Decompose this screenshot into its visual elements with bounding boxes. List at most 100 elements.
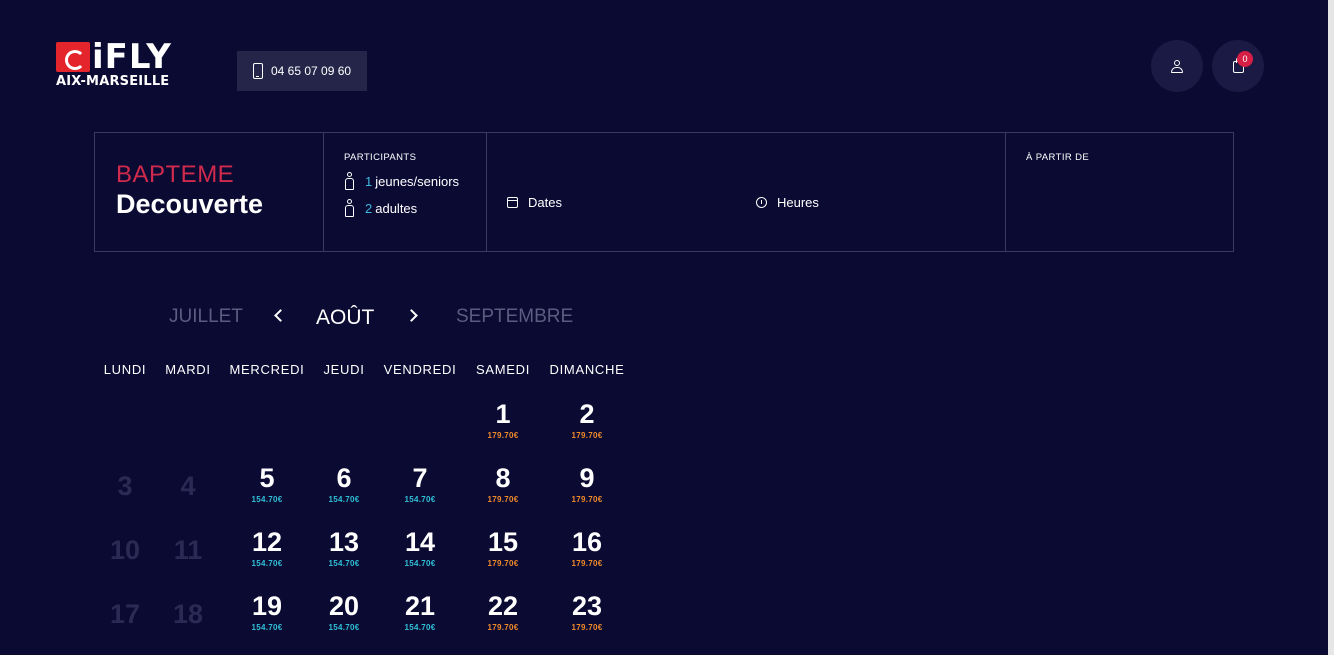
day-number: 6 xyxy=(336,463,352,493)
day-price: 154.70€ xyxy=(328,623,360,632)
next-month-label[interactable]: SEPTEMBRE xyxy=(456,306,573,328)
day-price: 179.70€ xyxy=(487,559,519,568)
phone-button[interactable]: 04 65 07 09 60 xyxy=(237,51,367,91)
user-icon xyxy=(1171,59,1183,73)
participants-cell[interactable]: PARTICIPANTS 1 jeunes/seniors 2 adultes xyxy=(324,133,487,251)
hours-label: Heures xyxy=(777,195,819,210)
calendar-day-unavailable: 4 xyxy=(153,464,223,501)
product-cell: BAPTEME Decouverte xyxy=(95,133,324,251)
weekday-header: JEUDI xyxy=(323,362,365,377)
participants-label: PARTICIPANTS xyxy=(344,152,417,163)
date-time-cell: Dates Heures xyxy=(487,133,1006,251)
calendar-day[interactable]: 8 179.70€ xyxy=(468,463,538,504)
chevron-left-icon[interactable] xyxy=(274,309,287,322)
day-number: 17 xyxy=(109,599,141,629)
calendar-day[interactable]: 21 154.70€ xyxy=(385,591,455,632)
month-navigation: JUILLET AOÛT SEPTEMBRE xyxy=(0,303,700,333)
logo-location: AIX-MARSEILLE xyxy=(56,74,170,89)
day-price: 179.70€ xyxy=(571,623,603,632)
day-price: 179.70€ xyxy=(487,495,519,504)
calendar-day-unavailable: 10 xyxy=(90,528,160,565)
weekday-header: MARDI xyxy=(165,362,211,377)
day-price: 154.70€ xyxy=(328,495,360,504)
day-price: 154.70€ xyxy=(251,559,283,568)
day-number: 22 xyxy=(487,591,519,621)
weekday-header: VENDREDI xyxy=(383,362,457,377)
calendar-day[interactable]: 23 179.70€ xyxy=(552,591,622,632)
day-number: 9 xyxy=(579,463,595,493)
calendar-day-unavailable: 3 xyxy=(90,464,160,501)
calendar-icon xyxy=(507,197,518,208)
day-number: 5 xyxy=(259,463,275,493)
calendar-day[interactable]: 16 179.70€ xyxy=(552,527,622,568)
day-number: 7 xyxy=(412,463,428,493)
day-number: 11 xyxy=(173,535,203,565)
ifly-flyer-icon xyxy=(56,42,90,72)
price-from-cell: À PARTIR DE xyxy=(1006,133,1233,251)
calendar-day[interactable]: 12 154.70€ xyxy=(232,527,302,568)
product-category: BAPTEME xyxy=(116,161,235,188)
ifly-logo[interactable]: iFLY AIX-MARSEILLE xyxy=(56,37,198,90)
day-number: 10 xyxy=(109,535,141,565)
cart-button[interactable]: 0 xyxy=(1212,40,1264,92)
day-number: 18 xyxy=(172,599,204,629)
calendar-day-unavailable: 18 xyxy=(153,592,223,629)
dates-label: Dates xyxy=(528,195,562,210)
logo-top: iFLY xyxy=(56,37,198,77)
calendar-day[interactable]: 22 179.70€ xyxy=(468,591,538,632)
calendar-day[interactable]: 6 154.70€ xyxy=(309,463,379,504)
participant-count: 2 xyxy=(365,200,373,216)
day-number: 13 xyxy=(328,527,360,557)
day-number: 8 xyxy=(495,463,511,493)
page-scrollbar[interactable] xyxy=(1328,0,1334,655)
account-button[interactable] xyxy=(1151,40,1203,92)
mobile-phone-icon xyxy=(253,63,263,79)
cart-count-badge: 0 xyxy=(1237,51,1253,67)
chevron-right-icon[interactable] xyxy=(405,309,418,322)
calendar-day[interactable]: 14 154.70€ xyxy=(385,527,455,568)
calendar-day[interactable]: 13 154.70€ xyxy=(309,527,379,568)
weekday-header: SAMEDI xyxy=(475,362,531,377)
day-price: 179.70€ xyxy=(487,431,519,440)
previous-month-label[interactable]: JUILLET xyxy=(169,306,243,328)
person-icon xyxy=(344,199,355,217)
logo-word: iFLY xyxy=(92,37,172,77)
calendar-day[interactable]: 19 154.70€ xyxy=(232,591,302,632)
calendar-day[interactable]: 20 154.70€ xyxy=(309,591,379,632)
day-price: 154.70€ xyxy=(404,623,436,632)
day-price: 154.70€ xyxy=(404,559,436,568)
calendar-day[interactable]: 5 154.70€ xyxy=(232,463,302,504)
participant-type: adultes xyxy=(375,200,418,216)
weekday-header: LUNDI xyxy=(103,362,147,377)
calendar-day[interactable]: 7 154.70€ xyxy=(385,463,455,504)
day-number: 1 xyxy=(495,399,511,429)
clock-icon xyxy=(756,197,767,208)
booking-summary: BAPTEME Decouverte PARTICIPANTS 1 jeunes… xyxy=(94,132,1234,252)
day-price: 154.70€ xyxy=(251,623,283,632)
day-number: 16 xyxy=(571,527,603,557)
day-price: 179.70€ xyxy=(571,495,603,504)
dates-selector[interactable]: Dates xyxy=(507,154,756,251)
day-number: 21 xyxy=(404,591,436,621)
product-name: Decouverte xyxy=(116,189,264,219)
day-price: 154.70€ xyxy=(328,559,360,568)
participant-row: 1 jeunes/seniors xyxy=(344,172,486,190)
calendar-day[interactable]: 9 179.70€ xyxy=(552,463,622,504)
calendar-day-unavailable: 17 xyxy=(90,592,160,629)
participant-row: 2 adultes xyxy=(344,199,486,217)
day-number: 12 xyxy=(251,527,283,557)
calendar-day-unavailable: 11 xyxy=(153,528,223,565)
calendar-day[interactable]: 15 179.70€ xyxy=(468,527,538,568)
calendar-day[interactable]: 2 179.70€ xyxy=(552,399,622,440)
hours-selector[interactable]: Heures xyxy=(756,154,819,251)
day-price: 179.70€ xyxy=(571,559,603,568)
day-number: 19 xyxy=(251,591,283,621)
calendar-day[interactable]: 1 179.70€ xyxy=(468,399,538,440)
phone-number: 04 65 07 09 60 xyxy=(271,64,352,78)
person-icon xyxy=(344,172,355,190)
price-from-label: À PARTIR DE xyxy=(1026,152,1090,163)
day-number: 20 xyxy=(328,591,360,621)
current-month: AOÛT xyxy=(316,306,375,329)
weekday-header: MERCREDI xyxy=(229,362,305,377)
day-number: 4 xyxy=(180,471,196,501)
